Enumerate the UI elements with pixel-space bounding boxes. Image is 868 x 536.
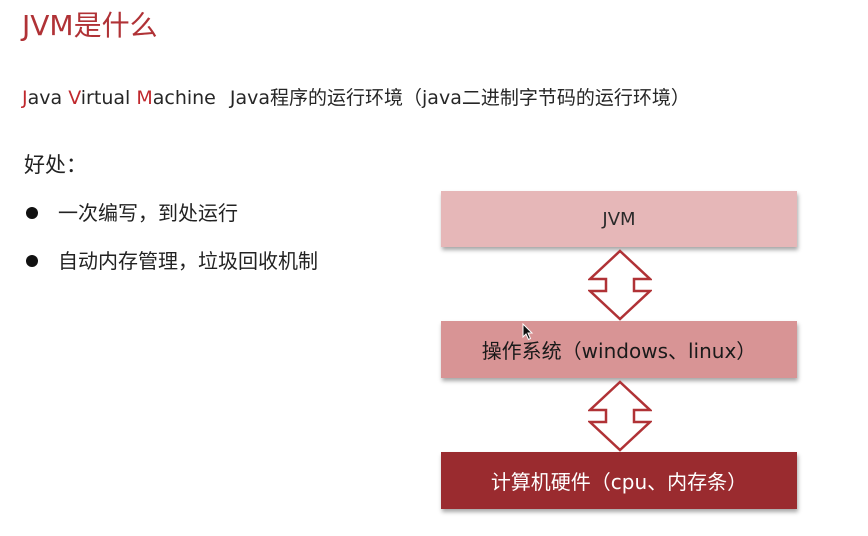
hardware-layer-label: 计算机硬件（cpu、内存条） [490,470,748,494]
double-headed-arrow-icon [588,380,652,452]
jvm-layer: JVM [441,191,797,247]
os-layer: 操作系统（windows、linux） [441,321,797,378]
word-machine-rest: achine [152,87,216,109]
bullet-icon [26,255,38,267]
list-item-text: 一次编写，到处运行 [58,201,238,225]
definition-text: Java程序的运行环境（java二进制字节码的运行环境） [229,87,690,109]
word-java-rest: ava [27,87,69,109]
list-item: 自动内存管理，垃圾回收机制 [26,246,318,294]
mouse-cursor-icon [522,323,534,341]
list-item: 一次编写，到处运行 [26,198,318,246]
benefits-label: 好处： [24,153,87,177]
initial-v: V [68,87,81,109]
jvm-definition: Java Virtual Machine Java程序的运行环境（java二进制字… [22,84,690,112]
hardware-layer: 计算机硬件（cpu、内存条） [441,452,797,509]
jvm-layer-label: JVM [602,208,636,230]
benefits-list: 一次编写，到处运行 自动内存管理，垃圾回收机制 [26,198,318,294]
initial-m: M [136,87,153,109]
double-headed-arrow-icon [588,249,652,321]
bullet-icon [26,207,38,219]
word-virtual-rest: irtual [80,87,137,109]
page-title: JVM是什么 [22,9,158,42]
list-item-text: 自动内存管理，垃圾回收机制 [58,249,318,273]
